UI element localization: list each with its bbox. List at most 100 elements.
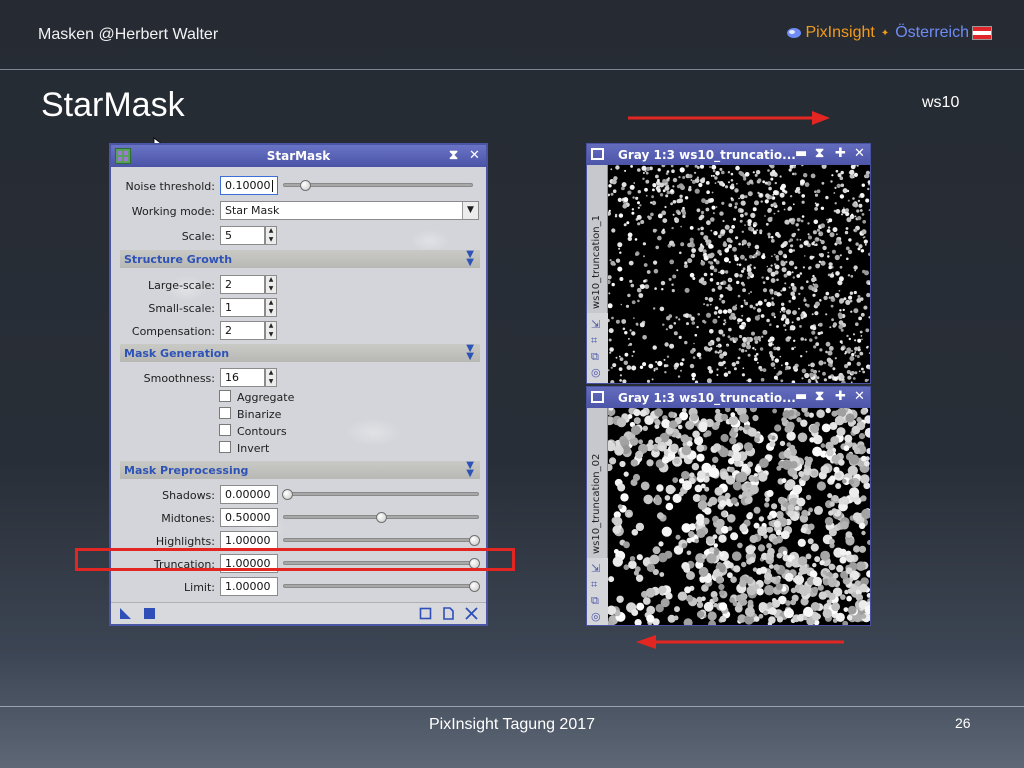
mask-generation-header: Mask Generation	[124, 346, 230, 360]
minimize-icon[interactable]: ▬	[795, 146, 807, 161]
shadows-input[interactable]: 0.00000	[220, 485, 278, 504]
close-icon[interactable]: ✕	[854, 389, 865, 404]
slide-header-author: Masken @Herbert Walter	[38, 26, 219, 43]
fit-view-icon[interactable]: ⇲	[591, 319, 603, 331]
brand-country: Österreich	[895, 24, 969, 41]
image-window-2-sidebar: ws10_truncation_02 ⇲ ⌗ ⧉ ◎	[587, 408, 608, 625]
smoothness-value: 16	[225, 371, 239, 384]
arrow-right-icon	[628, 111, 830, 125]
working-mode-value: Star Mask	[225, 204, 280, 217]
close-icon[interactable]: ✕	[854, 146, 865, 161]
noise-threshold-input[interactable]: 0.10000	[220, 176, 278, 195]
collapse-icon[interactable]: ▼ ▼	[466, 461, 474, 479]
midtones-slider-handle[interactable]	[376, 512, 387, 523]
scale-value: 5	[225, 229, 232, 242]
reset-view-icon[interactable]: ◎	[591, 611, 603, 623]
maximize-icon[interactable]: ✚	[835, 389, 846, 404]
noise-threshold-slider-handle[interactable]	[300, 180, 311, 191]
page-title: StarMask	[41, 86, 185, 124]
image-window-1-tab-label: ws10_truncation_1	[591, 215, 602, 309]
chevron-down-icon[interactable]: ▼	[462, 202, 478, 219]
smoothness-spinner[interactable]: ▲ ▼	[265, 368, 277, 387]
shade-icon[interactable]: ⧗	[815, 389, 824, 404]
highlights-slider-track[interactable]	[283, 538, 479, 542]
maximize-icon[interactable]: ✚	[835, 146, 846, 161]
reset-view-icon[interactable]: ◎	[591, 367, 603, 379]
midtones-value: 0.50000	[225, 511, 271, 524]
large-scale-input[interactable]: 2	[220, 275, 265, 294]
compensation-input[interactable]: 2	[220, 321, 265, 340]
compensation-spinner[interactable]: ▲ ▼	[265, 321, 277, 340]
brand-header: PixInsight ✦ Österreich	[786, 24, 992, 42]
limit-input[interactable]: 1.00000	[220, 577, 278, 596]
image-window-icon	[591, 391, 604, 403]
brand-name: PixInsight	[805, 24, 875, 41]
noise-threshold-label: Noise threshold:	[125, 179, 215, 193]
reset-icon[interactable]	[465, 607, 478, 620]
footer-text: PixInsight Tagung 2017	[428, 716, 596, 733]
clone-icon[interactable]: ⧉	[591, 595, 603, 607]
fit-view-icon[interactable]: ⇲	[591, 563, 603, 575]
starmask-preview-image-2[interactable]	[608, 408, 870, 625]
new-instance-icon[interactable]	[119, 607, 132, 620]
browse-documentation-icon[interactable]	[419, 607, 432, 620]
mask-preprocessing-section[interactable]: Mask Preprocessing ▼ ▼	[120, 461, 480, 479]
aggregate-checkbox[interactable]	[219, 390, 231, 402]
large-scale-value: 2	[225, 278, 232, 291]
image-window-2-titlebar[interactable]: Gray 1:3 ws10_truncatio... ▬ ⧗ ✚ ✕	[587, 387, 870, 408]
zoom-icon[interactable]: ⌗	[591, 335, 603, 347]
highlights-slider-handle[interactable]	[469, 535, 480, 546]
image-window-1-sidebar: ws10_truncation_1 ⇲ ⌗ ⧉ ◎	[587, 165, 608, 383]
mask-generation-section[interactable]: Mask Generation ▼ ▼	[120, 344, 480, 362]
text-caret	[271, 179, 273, 192]
structure-growth-section[interactable]: Structure Growth ▼ ▼	[120, 250, 480, 268]
limit-slider-track[interactable]	[283, 584, 479, 588]
image-window-2-view-tab[interactable]: ws10_truncation_02	[587, 408, 608, 558]
large-scale-label: Large-scale:	[148, 278, 215, 292]
small-scale-input[interactable]: 1	[220, 298, 265, 317]
limit-label: Limit:	[184, 580, 215, 594]
dialog-titlebar[interactable]: StarMask ⧗ ✕	[111, 145, 486, 167]
starmask-preview-image-1[interactable]	[608, 165, 870, 383]
contours-checkbox[interactable]	[219, 424, 231, 436]
shadows-value: 0.00000	[225, 488, 271, 501]
smoothness-input[interactable]: 16	[220, 368, 265, 387]
noise-threshold-slider-track[interactable]	[283, 183, 473, 187]
image-window-1-view-tab[interactable]: ws10_truncation_1	[587, 165, 608, 313]
image-window-2-title: Gray 1:3 ws10_truncatio...	[618, 391, 796, 405]
collapse-icon[interactable]: ▼ ▼	[466, 250, 474, 268]
clone-icon[interactable]: ⧉	[591, 351, 603, 363]
limit-slider-handle[interactable]	[469, 581, 480, 592]
scale-input[interactable]: 5	[220, 226, 265, 245]
zoom-icon[interactable]: ⌗	[591, 579, 603, 591]
working-mode-label: Working mode:	[131, 204, 215, 218]
small-scale-spinner[interactable]: ▲ ▼	[265, 298, 277, 317]
compensation-label: Compensation:	[131, 324, 215, 338]
apply-icon[interactable]	[143, 607, 156, 620]
working-mode-select[interactable]: Star Mask ▼	[220, 201, 479, 220]
midtones-label: Midtones:	[161, 511, 215, 525]
close-icon[interactable]: ✕	[469, 148, 480, 164]
large-scale-spinner[interactable]: ▲ ▼	[265, 275, 277, 294]
scale-spinner[interactable]: ▲ ▼	[265, 226, 277, 245]
pixinsight-logo-icon	[787, 28, 802, 38]
austria-flag-icon	[972, 26, 992, 40]
shadows-slider-handle[interactable]	[282, 489, 293, 500]
shadows-slider-track[interactable]	[283, 492, 479, 496]
collapse-icon[interactable]: ▼ ▼	[466, 344, 474, 362]
arrow-left-icon	[636, 635, 844, 649]
smoothness-label: Smoothness:	[143, 371, 215, 385]
image-window-1-titlebar[interactable]: Gray 1:3 ws10_truncatio... ▬ ⧗ ✚ ✕	[587, 144, 870, 165]
track-view-icon[interactable]	[442, 607, 455, 620]
star-blob-image	[608, 408, 870, 625]
minimize-icon[interactable]: ▬	[795, 389, 807, 404]
contours-label: Contours	[237, 425, 287, 438]
shade-icon[interactable]: ⧗	[815, 146, 824, 161]
image-window-icon	[591, 148, 604, 160]
invert-label: Invert	[237, 442, 270, 455]
shade-icon[interactable]: ⧗	[449, 148, 458, 164]
midtones-input[interactable]: 0.50000	[220, 508, 278, 527]
page-number: 26	[955, 715, 971, 731]
invert-checkbox[interactable]	[219, 441, 231, 453]
binarize-checkbox[interactable]	[219, 407, 231, 419]
